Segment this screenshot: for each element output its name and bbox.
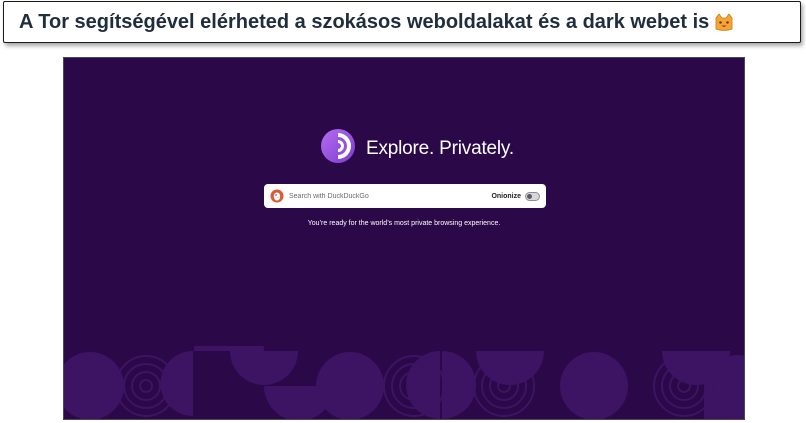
brand-title: Explore. Privately. <box>366 137 514 159</box>
onionize-label: Onionize <box>491 192 521 200</box>
brand-header: Explore. Privately. <box>320 128 514 169</box>
caption-banner: A Tor segítségével elérheted a szokásos … <box>3 1 801 43</box>
search-input[interactable] <box>289 186 492 206</box>
onionize-toggle[interactable] <box>525 191 540 201</box>
tor-browser-new-tab: Explore. Privately. Onionize You’re read… <box>63 57 745 420</box>
toggle-knob <box>527 193 532 199</box>
cat-face-icon <box>714 13 734 31</box>
search-bar[interactable]: Onionize <box>264 184 546 208</box>
tagline: You’re ready for the world’s most privat… <box>307 220 501 227</box>
decorative-pattern <box>64 346 744 419</box>
caption-text: A Tor segítségével elérheted a szokásos … <box>19 10 710 33</box>
duckduckgo-icon <box>270 189 284 203</box>
tor-onion-icon <box>320 128 356 169</box>
